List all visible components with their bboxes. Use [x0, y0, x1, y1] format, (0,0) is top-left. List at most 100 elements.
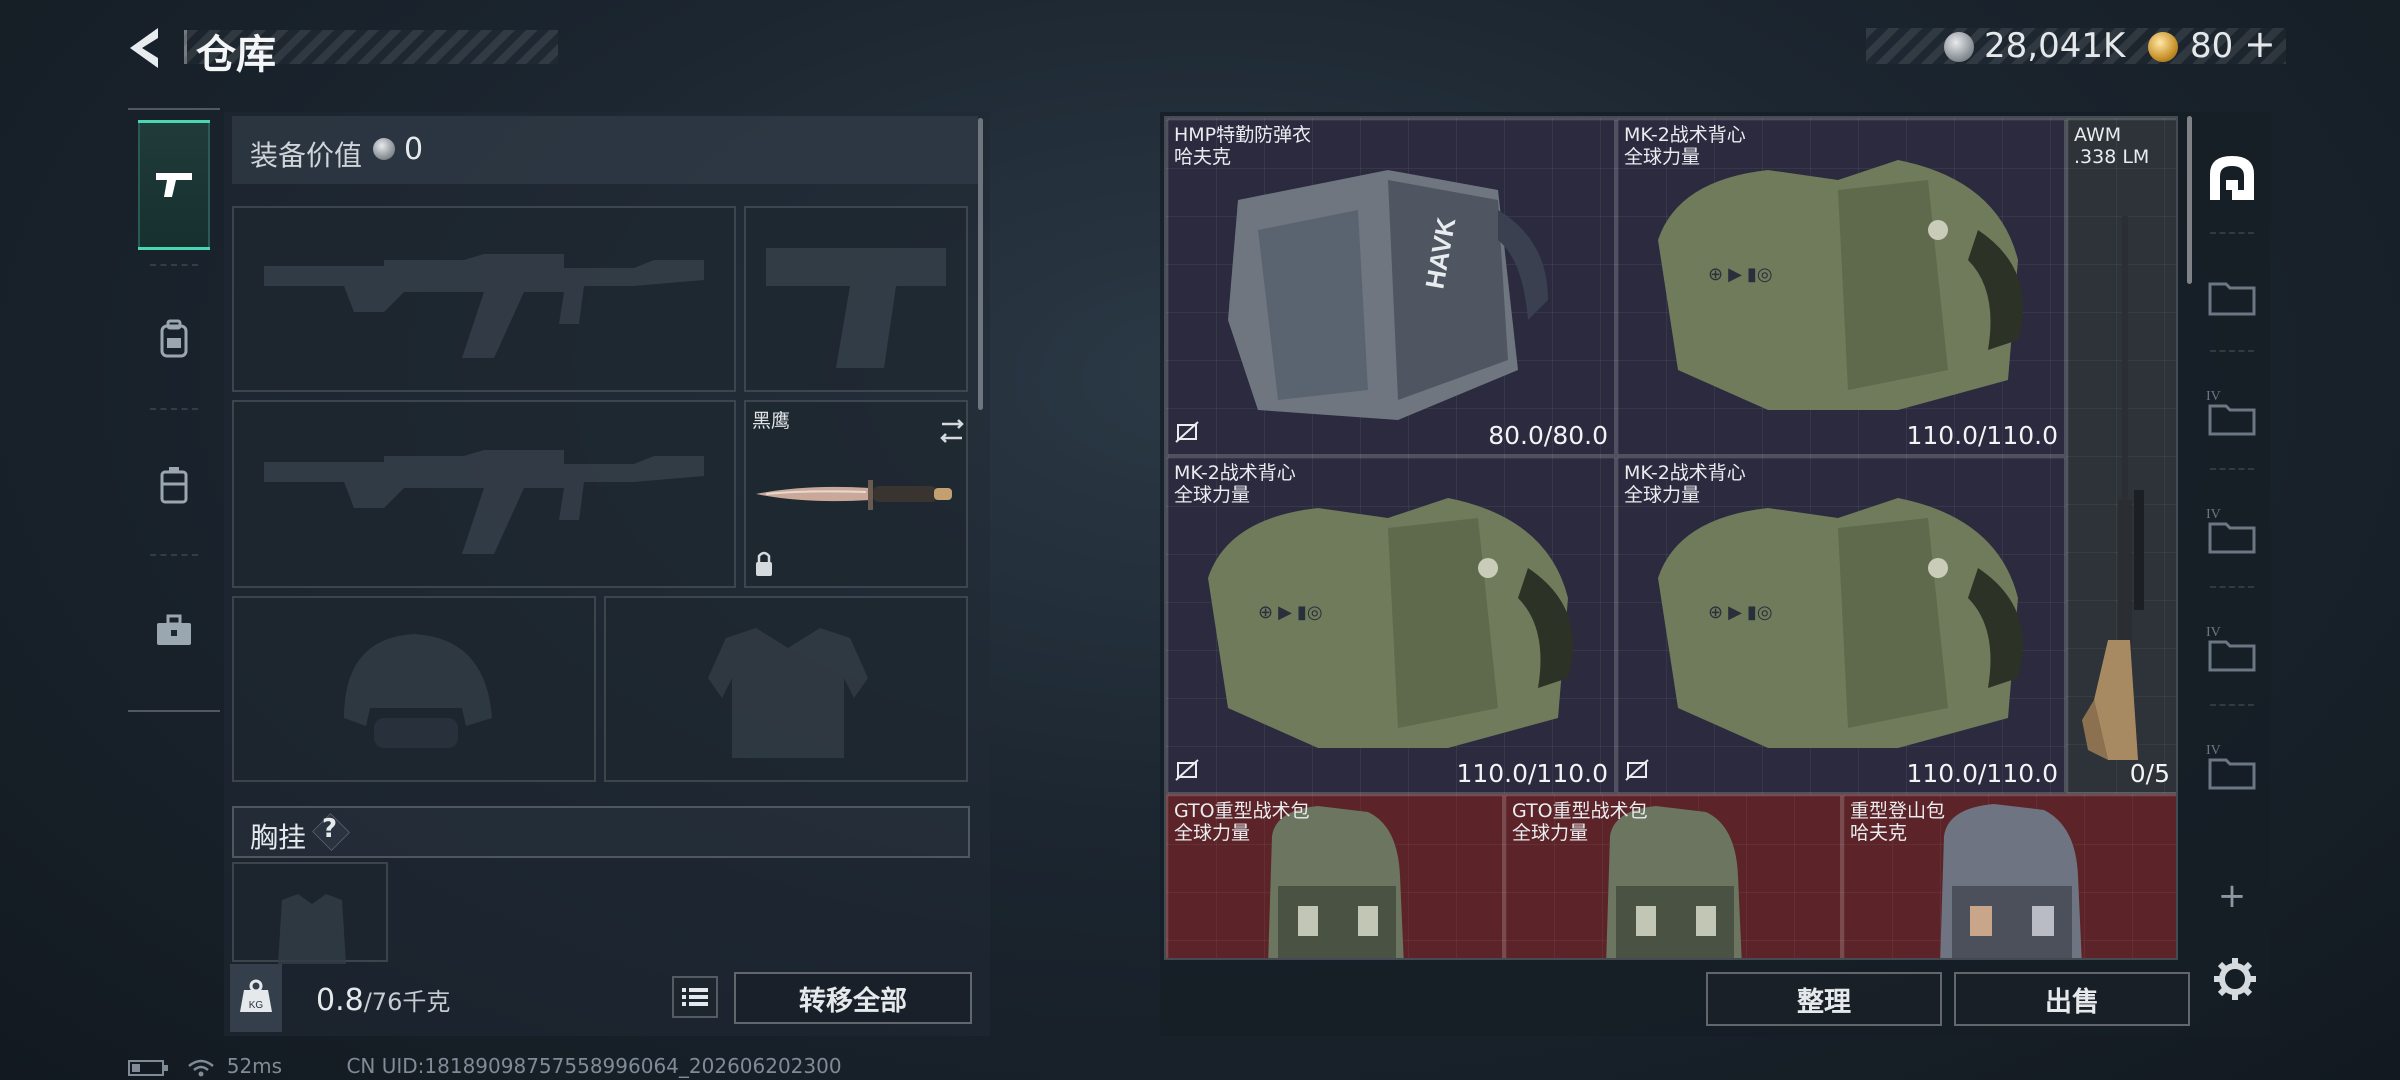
rifle-silhouette-icon: [264, 450, 704, 554]
storage-item[interactable]: AWM .338 LM 0/5: [2066, 118, 2176, 794]
body-armor-item-icon: HAVK: [1228, 170, 1548, 420]
backpack-icon: [160, 319, 188, 358]
item-brand: 哈夫克: [1174, 146, 1232, 168]
svg-text:IV: IV: [2206, 743, 2221, 758]
transfer-all-button[interactable]: 转移全部: [734, 972, 972, 1024]
storage-item[interactable]: GTO重型战术包 全球力量: [1166, 794, 1504, 958]
equipment-category-rail: [128, 108, 220, 712]
storage-item[interactable]: MK-2战术背心 全球力量 ⊕ ▶ ▮◎ 110.0/110.0: [1616, 118, 2066, 456]
storage-item[interactable]: GTO重型战术包 全球力量: [1504, 794, 1842, 958]
storage-grid: HMP特勤防弹衣 哈夫克 HAVK 80.0/80.0 MK-2战术背心 全球力…: [1164, 116, 2178, 960]
storage-home-icon: [2210, 156, 2254, 200]
sort-button[interactable]: 整理: [1706, 972, 1942, 1026]
not-tradable-icon: [1175, 421, 1199, 443]
storage-page-button[interactable]: IV: [2204, 504, 2260, 560]
status-bar: 52ms CN UID:18189098757558996064_2026062…: [128, 1054, 842, 1078]
storage-page-button[interactable]: IV: [2204, 740, 2260, 796]
item-name: MK-2战术背心: [1174, 462, 1296, 484]
item-durability: 110.0/110.0: [1906, 759, 2058, 788]
svg-text:⊕ ▶ ▮◎: ⊕ ▶ ▮◎: [1258, 602, 1323, 622]
helmet-slot[interactable]: [232, 596, 596, 782]
sell-button[interactable]: 出售: [1954, 972, 2190, 1026]
equipment-value-amount: 0: [404, 132, 424, 167]
backpack-tab[interactable]: [138, 274, 210, 404]
chest-rig-silhouette-icon: [278, 894, 346, 964]
item-durability: 80.0/80.0: [1488, 421, 1608, 450]
battery-icon: [128, 1059, 168, 1076]
item-durability: 110.0/110.0: [1906, 421, 2058, 450]
chest-rig-label: 胸挂: [250, 821, 307, 854]
melee-slot[interactable]: 黑鹰: [744, 400, 968, 588]
secondary-weapon-slot[interactable]: [232, 400, 736, 588]
item-brand: 全球力量: [1624, 484, 1701, 506]
storage-page-button[interactable]: IV: [2204, 622, 2260, 678]
item-name: GTO重型战术包: [1174, 800, 1310, 822]
rail-divider: [150, 408, 198, 410]
storage-page-rail: IV IV IV IV +: [2196, 116, 2268, 1036]
svg-text:⊕ ▶ ▮◎: ⊕ ▶ ▮◎: [1708, 264, 1773, 284]
storage-item[interactable]: MK-2战术背心 全球力量 ⊕ ▶ ▮◎ 110.0/110.0: [1166, 456, 1616, 794]
weight-indicator: KG: [230, 964, 282, 1032]
item-name: HMP特勤防弹衣: [1174, 124, 1312, 146]
svg-text:⊕ ▶ ▮◎: ⊕ ▶ ▮◎: [1708, 602, 1773, 622]
carry-weight: 0.8/76千克: [316, 982, 450, 1018]
item-durability: 110.0/110.0: [1456, 759, 1608, 788]
pistol-icon: [156, 173, 192, 197]
pistol-silhouette-icon: [766, 248, 946, 368]
add-gold-button[interactable]: +: [2244, 22, 2276, 66]
not-tradable-icon: [1175, 759, 1199, 781]
storage-page-button[interactable]: IV: [2204, 386, 2260, 442]
silver-amount: 28,041K: [1984, 26, 2126, 66]
storage-item[interactable]: 重型登山包 哈夫克: [1842, 794, 2176, 958]
storage-item[interactable]: HMP特勤防弹衣 哈夫克 HAVK 80.0/80.0: [1166, 118, 1616, 456]
item-brand: 全球力量: [1174, 484, 1251, 506]
gear-icon: [2214, 958, 2256, 1000]
item-brand: 全球力量: [1174, 822, 1251, 844]
wifi-icon: [188, 1059, 215, 1076]
helmet-silhouette-icon: [344, 634, 492, 748]
gold-coin-icon: [2148, 32, 2178, 62]
rail-divider: [2210, 468, 2254, 470]
weight-icon: KG: [240, 979, 272, 1012]
back-button[interactable]: [118, 18, 178, 78]
carry-weight-current: 0.8: [316, 983, 364, 1018]
pistol-tab[interactable]: [138, 120, 210, 250]
primary-weapon-slot[interactable]: [232, 206, 736, 392]
carry-weight-max: /76千克: [363, 988, 451, 1016]
svg-text:IV: IV: [2206, 507, 2221, 522]
folder-icon: [2208, 282, 2256, 316]
list-view-button[interactable]: [672, 976, 718, 1018]
help-icon: ?: [322, 814, 338, 844]
item-name: MK-2战术背心: [1624, 462, 1746, 484]
list-icon: [682, 988, 708, 1006]
storage-scrollbar[interactable]: [2187, 116, 2192, 284]
storage-page-button[interactable]: [2204, 268, 2260, 324]
page-title: 仓库: [196, 32, 276, 78]
svg-text:KG: KG: [249, 1000, 264, 1011]
svg-text:IV: IV: [2206, 625, 2221, 640]
rail-divider: [150, 264, 198, 266]
storage-item[interactable]: MK-2战术背心 全球力量 ⊕ ▶ ▮◎ 110.0/110.0: [1616, 456, 2066, 794]
item-name: AWM: [2074, 124, 2122, 146]
folder-iv-icon: IV: [2206, 625, 2256, 672]
add-storage-button[interactable]: +: [2204, 868, 2260, 924]
silver-coin-icon: [373, 138, 395, 160]
pistol-slot[interactable]: [744, 206, 968, 392]
body-armor-slot[interactable]: [604, 596, 968, 782]
storage-home-button[interactable]: [2204, 150, 2260, 206]
item-name: GTO重型战术包: [1512, 800, 1648, 822]
rail-divider: [2210, 586, 2254, 588]
item-brand: 全球力量: [1624, 146, 1701, 168]
uid-text: CN UID:18189098757558996064_202606202300: [346, 1054, 842, 1078]
chest-rig-slot[interactable]: [232, 862, 388, 964]
tactical-vest-item-icon: ⊕ ▶ ▮◎: [1658, 498, 2023, 748]
ping-value: 52ms: [226, 1054, 283, 1078]
settings-button[interactable]: [2208, 952, 2262, 1006]
folder-iv-icon: IV: [2206, 507, 2256, 554]
gear-case-tab[interactable]: [138, 420, 210, 550]
equipment-scrollbar[interactable]: [978, 118, 983, 410]
folder-iv-icon: IV: [2206, 389, 2256, 436]
item-brand: .338 LM: [2074, 146, 2150, 168]
toolbox-tab[interactable]: [138, 566, 210, 696]
item-name: MK-2战术背心: [1624, 124, 1746, 146]
